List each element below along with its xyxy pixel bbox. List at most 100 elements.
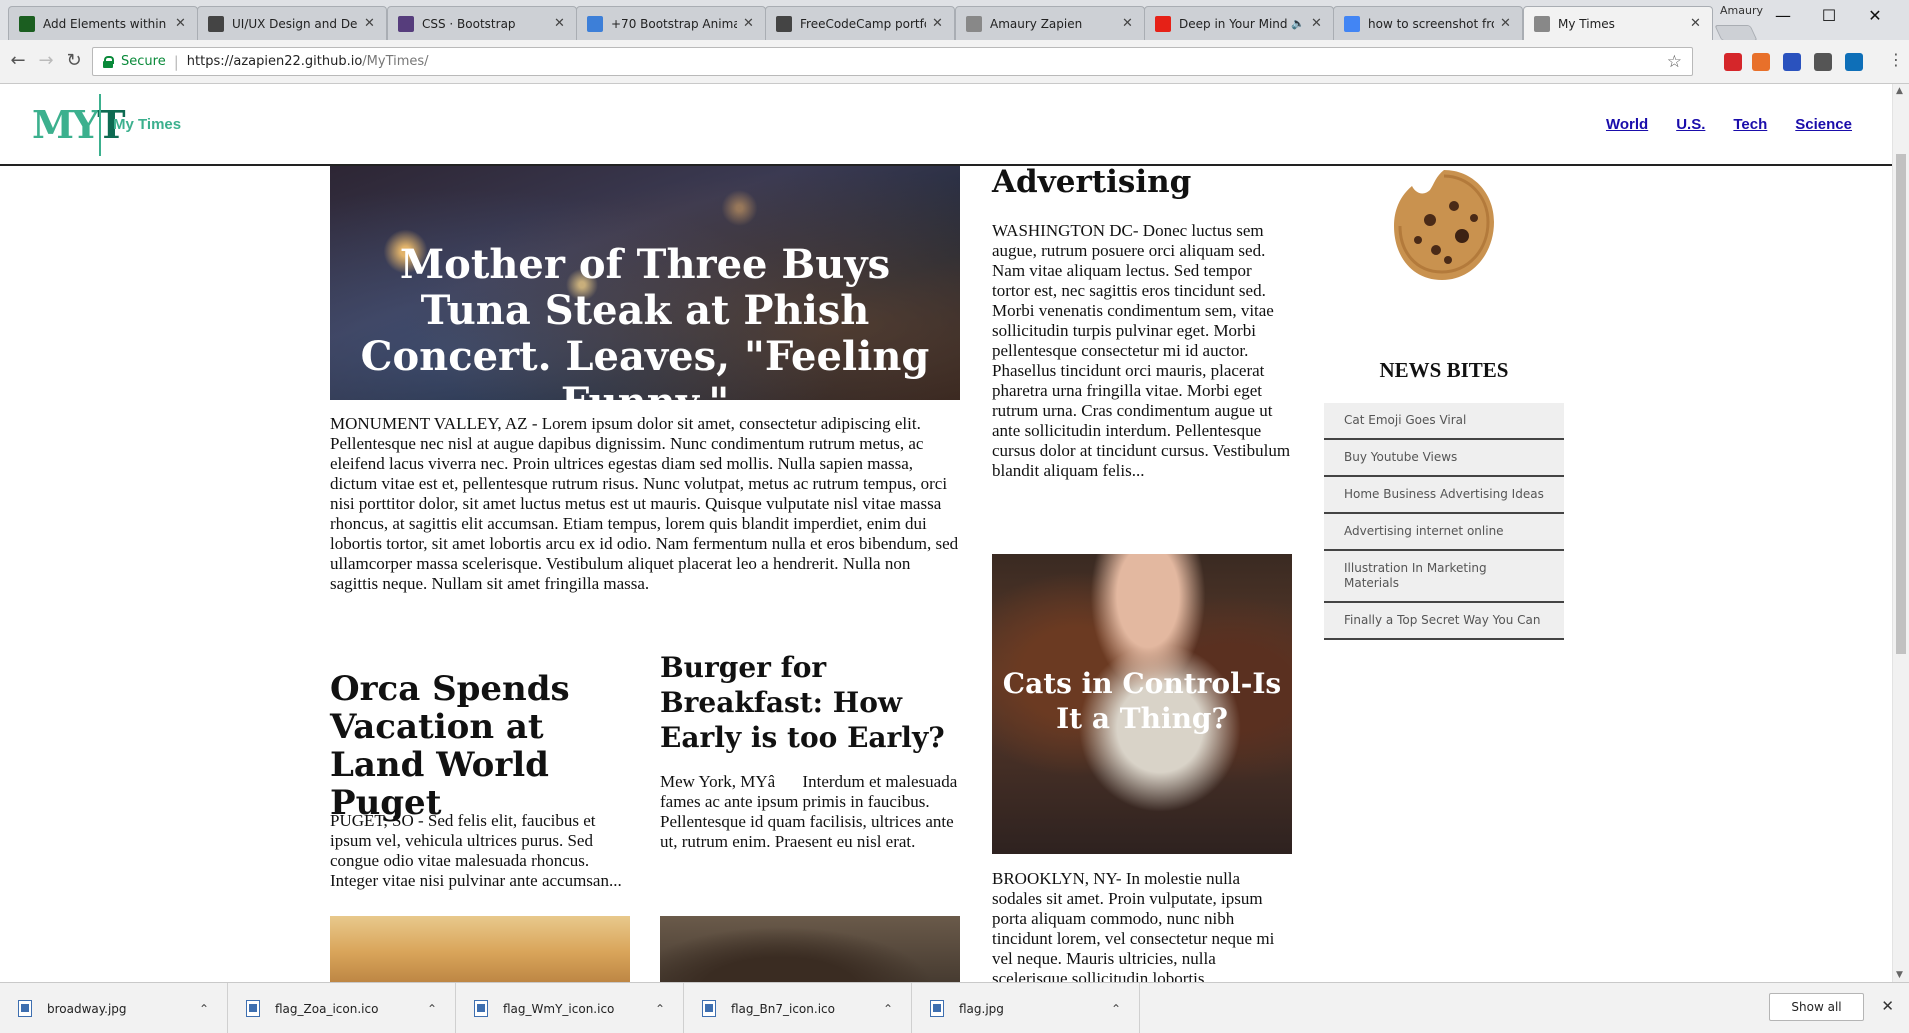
show-all-button[interactable]: Show all xyxy=(1769,993,1864,1021)
hero-image[interactable]: Mother of Three Buys Tuna Steak at Phish… xyxy=(330,144,960,400)
back-icon[interactable]: ← xyxy=(6,50,30,71)
tab-close-icon[interactable]: ✕ xyxy=(554,16,566,31)
secure-label: Secure xyxy=(121,54,166,69)
burger-headline[interactable]: Burger for Breakfast: How Early is too E… xyxy=(660,650,960,755)
browser-tab[interactable]: Add Elements within yo ✕ xyxy=(8,6,198,40)
forward-icon[interactable]: → xyxy=(34,50,58,71)
browser-tab[interactable]: Deep in Your Mind - 🔈 ✕ xyxy=(1144,6,1334,40)
reload-icon[interactable]: ↻ xyxy=(62,50,86,71)
site-logo[interactable]: MYT xyxy=(32,102,126,147)
tab-title: Amaury Zapien xyxy=(990,16,1083,31)
site-header: MYT My Times World U.S. Tech Science xyxy=(0,84,1892,166)
nav-link-science[interactable]: Science xyxy=(1795,116,1852,133)
chevron-up-icon[interactable]: ⌃ xyxy=(427,1002,437,1016)
chevron-up-icon[interactable]: ⌃ xyxy=(199,1002,209,1016)
news-bite-item[interactable]: Buy Youtube Views xyxy=(1324,440,1564,477)
news-bites-list: Cat Emoji Goes Viral Buy Youtube Views H… xyxy=(1324,403,1564,640)
browser-tab[interactable]: Amaury Zapien ✕ xyxy=(955,6,1145,40)
extension-icon[interactable] xyxy=(1724,53,1742,71)
tab-favicon-icon xyxy=(587,15,603,32)
minimize-icon[interactable]: — xyxy=(1760,6,1806,25)
maximize-icon[interactable]: ☐ xyxy=(1806,6,1852,25)
cats-headline[interactable]: Cats in Control-Is It a Thing? xyxy=(1002,666,1282,736)
download-shelf: broadway.jpg ⌃ flag_Zoa_icon.ico ⌃ flag_… xyxy=(0,982,1909,1033)
burger-story-image[interactable] xyxy=(660,916,960,982)
download-item[interactable]: flag_WmY_icon.ico ⌃ xyxy=(456,983,684,1033)
orca-story-image[interactable] xyxy=(330,916,630,982)
tab-favicon-icon xyxy=(398,15,414,32)
browser-tab[interactable]: UI/UX Design and Devel ✕ xyxy=(197,6,387,40)
browser-tab[interactable]: CSS · Bootstrap ✕ xyxy=(387,6,577,40)
browser-tab[interactable]: My Times ✕ xyxy=(1523,6,1713,40)
news-bites-heading: NEWS BITES xyxy=(1379,358,1509,382)
nav-link-tech[interactable]: Tech xyxy=(1733,116,1767,133)
audio-icon[interactable]: 🔈 xyxy=(1291,17,1305,30)
advertising-headline[interactable]: Advertising xyxy=(992,164,1292,200)
bookmark-star-icon[interactable]: ☆ xyxy=(1667,52,1682,72)
tab-title: Deep in Your Mind - xyxy=(1179,16,1288,31)
tab-strip: Add Elements within yo✕UI/UX Design and … xyxy=(0,0,1909,41)
scroll-down-icon[interactable]: ▼ xyxy=(1896,970,1903,980)
download-filename: flag_Bn7_icon.ico xyxy=(731,1001,835,1016)
file-icon xyxy=(474,1000,488,1017)
tab-title: UI/UX Design and Devel xyxy=(232,16,358,31)
hero-headline[interactable]: Mother of Three Buys Tuna Steak at Phish… xyxy=(350,242,940,401)
new-tab-button[interactable] xyxy=(1714,25,1758,41)
tab-close-icon[interactable]: ✕ xyxy=(1500,16,1512,31)
tab-title: FreeCodeCamp portfolic xyxy=(800,16,926,31)
download-item[interactable]: broadway.jpg ⌃ xyxy=(0,983,228,1033)
logo-my: MY xyxy=(32,102,99,147)
tab-close-icon[interactable]: ✕ xyxy=(1690,16,1702,31)
close-window-icon[interactable]: ✕ xyxy=(1852,6,1898,25)
browser-tab[interactable]: +70 Bootstrap Animatio ✕ xyxy=(576,6,766,40)
download-filename: broadway.jpg xyxy=(47,1001,127,1016)
tab-close-icon[interactable]: ✕ xyxy=(364,16,376,31)
extension-icon[interactable] xyxy=(1752,53,1770,71)
orca-headline[interactable]: Orca Spends Vacation at Land World Puget xyxy=(330,670,630,822)
tab-title: how to screenshot from xyxy=(1368,16,1494,31)
tab-close-icon[interactable]: ✕ xyxy=(175,16,187,31)
nav-link-world[interactable]: World xyxy=(1606,116,1648,133)
close-shelf-icon[interactable]: ✕ xyxy=(1881,997,1894,1015)
url-text[interactable]: https://azapien22.github.io/MyTimes/ xyxy=(187,54,429,69)
menu-icon[interactable]: ⋮ xyxy=(1884,50,1908,69)
file-icon xyxy=(702,1000,716,1017)
url-path: /MyTimes/ xyxy=(362,54,429,69)
tab-close-icon[interactable]: ✕ xyxy=(743,16,755,31)
news-bite-item[interactable]: Cat Emoji Goes Viral xyxy=(1324,403,1564,440)
tab-close-icon[interactable]: ✕ xyxy=(1122,16,1134,31)
lock-icon xyxy=(103,55,114,68)
chevron-up-icon[interactable]: ⌃ xyxy=(883,1002,893,1016)
news-bite-item[interactable]: Advertising internet online xyxy=(1324,514,1564,551)
news-bite-item[interactable]: Illustration In Marketing Materials xyxy=(1324,551,1564,603)
scroll-thumb[interactable] xyxy=(1896,154,1906,654)
chevron-up-icon[interactable]: ⌃ xyxy=(655,1002,665,1016)
tab-favicon-icon xyxy=(776,15,792,32)
download-item[interactable]: flag.jpg ⌃ xyxy=(912,983,1140,1033)
extension-icon[interactable] xyxy=(1814,53,1832,71)
page-scrollbar[interactable]: ▲ ▼ xyxy=(1892,84,1909,982)
tab-close-icon[interactable]: ✕ xyxy=(1311,16,1323,31)
tab-title: CSS · Bootstrap xyxy=(422,16,516,31)
address-bar[interactable]: Secure | https://azapien22.github.io/MyT… xyxy=(92,47,1693,76)
file-icon xyxy=(246,1000,260,1017)
chevron-up-icon[interactable]: ⌃ xyxy=(1111,1002,1121,1016)
browser-tab[interactable]: FreeCodeCamp portfolic ✕ xyxy=(765,6,955,40)
browser-toolbar: ← → ↻ Secure | https://azapien22.github.… xyxy=(0,40,1909,84)
cats-story-image[interactable]: Cats in Control-Is It a Thing? xyxy=(992,554,1292,854)
browser-tab[interactable]: how to screenshot from ✕ xyxy=(1333,6,1523,40)
advertising-story-body: WASHINGTON DC- Donec luctus sem augue, r… xyxy=(992,221,1291,480)
news-bite-item[interactable]: Finally a Top Secret Way You Can xyxy=(1324,603,1564,640)
download-item[interactable]: flag_Bn7_icon.ico ⌃ xyxy=(684,983,912,1033)
download-item[interactable]: flag_Zoa_icon.ico ⌃ xyxy=(228,983,456,1033)
news-bite-item[interactable]: Home Business Advertising Ideas xyxy=(1324,477,1564,514)
nav-link-us[interactable]: U.S. xyxy=(1676,116,1705,133)
tab-close-icon[interactable]: ✕ xyxy=(932,16,944,31)
extension-icon[interactable] xyxy=(1845,53,1863,71)
tab-favicon-icon xyxy=(19,15,35,32)
profile-name[interactable]: Amaury xyxy=(1720,4,1763,17)
site-name: My Times xyxy=(113,116,182,133)
extension-icon[interactable] xyxy=(1783,53,1801,71)
page-viewport: MYT My Times World U.S. Tech Science Mot… xyxy=(0,84,1909,982)
scroll-up-icon[interactable]: ▲ xyxy=(1896,86,1903,96)
